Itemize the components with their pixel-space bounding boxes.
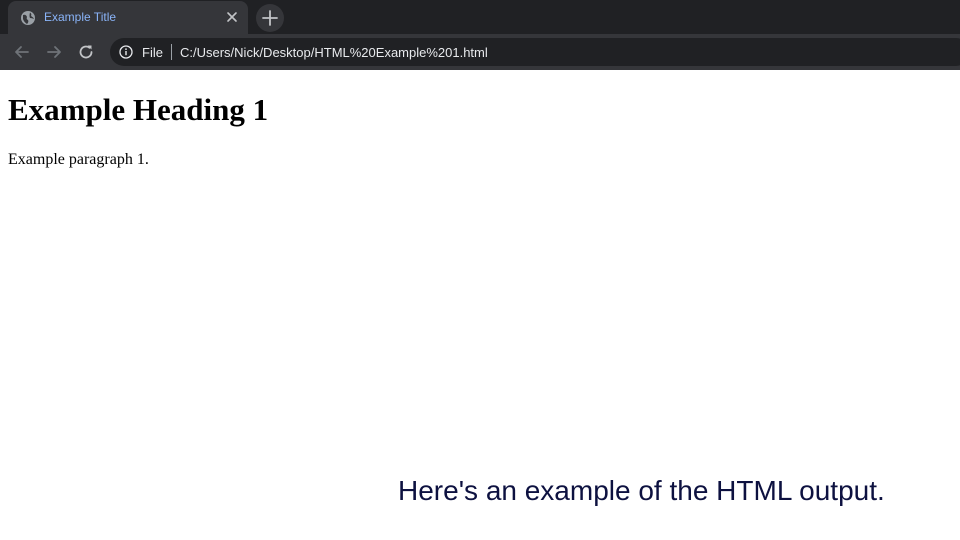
close-icon[interactable] [224, 9, 240, 25]
plus-icon [262, 10, 278, 26]
page-viewport: Example Heading 1 Example paragraph 1. H… [0, 70, 960, 540]
address-bar[interactable]: File C:/Users/Nick/Desktop/HTML%20Exampl… [110, 38, 960, 66]
globe-icon [21, 11, 35, 25]
browser-toolbar: File C:/Users/Nick/Desktop/HTML%20Exampl… [0, 34, 960, 70]
info-icon[interactable] [119, 45, 133, 59]
caption-text: Here's an example of the HTML output. [398, 475, 885, 506]
url-text[interactable]: C:/Users/Nick/Desktop/HTML%20Example%201… [180, 45, 488, 60]
reload-icon[interactable] [76, 42, 96, 62]
omnibox-divider [171, 44, 172, 60]
tab-strip: Example Title [0, 0, 960, 34]
browser-window-chrome: Example Title File C:/Users/Nick/Desktop… [0, 0, 960, 70]
page-heading: Example Heading 1 [8, 92, 269, 127]
new-tab-button[interactable] [256, 4, 284, 32]
arrow-right-icon[interactable] [44, 42, 64, 62]
browser-tab[interactable]: Example Title [8, 1, 248, 34]
file-scheme-label: File [142, 45, 163, 60]
page-paragraph: Example paragraph 1. [8, 151, 149, 168]
tab-title: Example Title [44, 10, 117, 24]
arrow-left-icon[interactable] [12, 42, 32, 62]
